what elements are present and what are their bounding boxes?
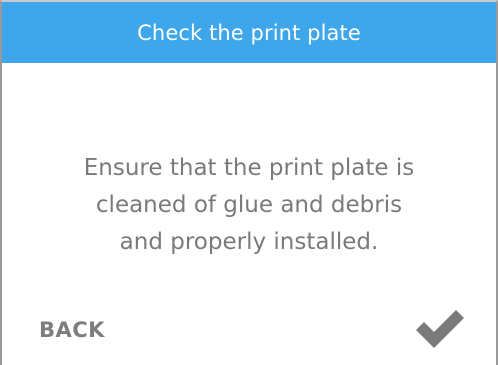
instruction-message: Ensure that the print plate is cleaned o… — [2, 150, 496, 261]
screen-title: Check the print plate — [137, 20, 361, 45]
print-plate-check-screen: Check the print plate Ensure that the pr… — [0, 0, 498, 365]
header-bar: Check the print plate — [2, 2, 496, 63]
message-line-1: Ensure that the print plate is — [83, 155, 415, 181]
checkmark-icon — [416, 310, 464, 348]
back-button[interactable]: BACK — [39, 318, 105, 342]
confirm-button[interactable] — [413, 303, 467, 351]
message-line-2: cleaned of glue and debris — [95, 192, 403, 218]
message-line-3: and properly installed. — [119, 229, 379, 255]
